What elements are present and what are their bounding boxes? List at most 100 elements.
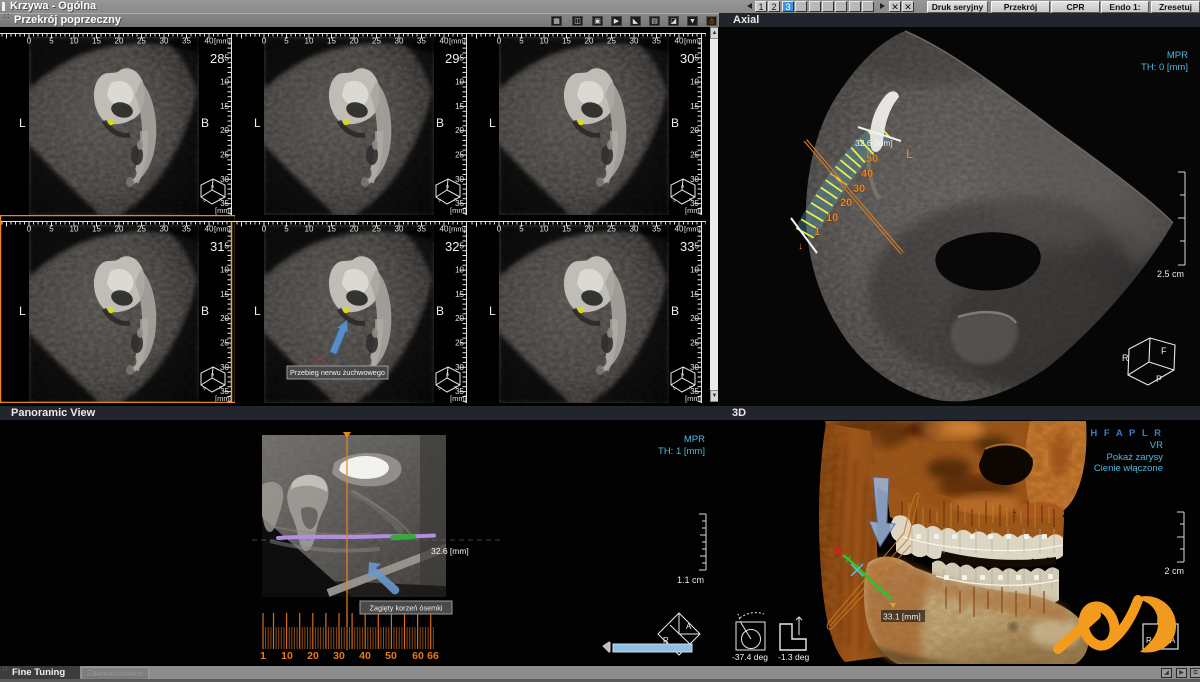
svg-text:TH: 1 [mm]: TH: 1 [mm] — [658, 446, 705, 457]
svg-text:[mm]: [mm] — [450, 394, 467, 403]
svg-text:[mm]: [mm] — [684, 37, 701, 46]
svg-text:30: 30 — [160, 225, 169, 234]
svg-text:20: 20 — [585, 37, 594, 46]
svg-text:0: 0 — [497, 37, 502, 46]
svg-text:5: 5 — [519, 225, 524, 234]
svg-text:0: 0 — [27, 225, 32, 234]
svg-text:20: 20 — [307, 650, 319, 662]
svg-text:L: L — [19, 116, 26, 130]
svg-text:A: A — [686, 622, 692, 631]
svg-text:5: 5 — [460, 53, 465, 62]
svg-text:40: 40 — [205, 37, 214, 46]
svg-text:5: 5 — [695, 53, 700, 62]
svg-text:B: B — [671, 304, 679, 318]
svg-text:10: 10 — [690, 78, 699, 87]
svg-text:25: 25 — [690, 339, 699, 348]
svg-text:5: 5 — [49, 37, 54, 46]
svg-text:[mm]: [mm] — [449, 37, 466, 46]
svg-text:15: 15 — [455, 102, 464, 111]
svg-text:5: 5 — [225, 241, 230, 250]
svg-text:Pokaż zarysy: Pokaż zarysy — [1107, 452, 1164, 463]
svg-text:40: 40 — [440, 225, 449, 234]
svg-text:20: 20 — [350, 225, 359, 234]
svg-text:33.1 [mm]: 33.1 [mm] — [883, 612, 921, 622]
svg-text:15: 15 — [690, 290, 699, 299]
svg-text:25: 25 — [372, 37, 381, 46]
svg-text:10: 10 — [70, 225, 79, 234]
svg-text:66: 66 — [427, 650, 439, 662]
svg-text:L: L — [254, 116, 261, 130]
svg-text:30: 30 — [160, 37, 169, 46]
svg-text:1: 1 — [260, 650, 266, 662]
svg-text:35: 35 — [182, 37, 191, 46]
svg-text:0: 0 — [497, 225, 502, 234]
svg-text:2 cm: 2 cm — [1164, 566, 1184, 576]
svg-text:L: L — [906, 146, 913, 161]
svg-text:5: 5 — [49, 225, 54, 234]
svg-text:[mm]: [mm] — [450, 206, 467, 215]
svg-text:0: 0 — [27, 37, 32, 46]
svg-text:32.6 [mm]: 32.6 [mm] — [855, 138, 893, 148]
svg-text:Przebieg nerwu żuchwowego: Przebieg nerwu żuchwowego — [290, 368, 385, 377]
svg-text:25: 25 — [607, 37, 616, 46]
svg-text:10: 10 — [540, 37, 549, 46]
svg-text:40: 40 — [675, 37, 684, 46]
svg-text:60: 60 — [412, 650, 424, 662]
svg-text:15: 15 — [327, 37, 336, 46]
svg-text:10: 10 — [220, 78, 229, 87]
svg-text:10: 10 — [305, 37, 314, 46]
svg-text:30: 30 — [680, 51, 694, 66]
svg-text:30: 30 — [220, 363, 229, 372]
svg-text:35: 35 — [652, 225, 661, 234]
svg-text:30: 30 — [395, 37, 404, 46]
svg-text:35: 35 — [182, 225, 191, 234]
svg-text:15: 15 — [220, 102, 229, 111]
svg-text:20: 20 — [220, 314, 229, 323]
svg-text:H F A P L R: H F A P L R — [1090, 428, 1163, 439]
svg-text:20: 20 — [840, 197, 852, 209]
svg-text:5: 5 — [284, 37, 289, 46]
svg-text:31: 31 — [210, 239, 224, 254]
svg-text:10: 10 — [220, 266, 229, 275]
svg-text:40: 40 — [675, 225, 684, 234]
svg-text:[mm]: [mm] — [214, 225, 231, 234]
svg-text:[mm]: [mm] — [449, 225, 466, 234]
svg-text:10: 10 — [826, 212, 838, 224]
svg-text:40: 40 — [359, 650, 371, 662]
svg-text:15: 15 — [690, 102, 699, 111]
svg-text:1: 1 — [814, 226, 820, 238]
svg-text:5: 5 — [225, 53, 230, 62]
svg-text:0: 0 — [262, 225, 267, 234]
svg-text:25: 25 — [137, 225, 146, 234]
svg-text:TH: 0 [mm]: TH: 0 [mm] — [1141, 62, 1188, 73]
svg-text:10: 10 — [281, 650, 293, 662]
svg-text:B: B — [201, 116, 209, 130]
svg-text:[mm]: [mm] — [685, 206, 702, 215]
svg-text:15: 15 — [455, 290, 464, 299]
svg-text:30: 30 — [455, 363, 464, 372]
svg-text:10: 10 — [690, 266, 699, 275]
svg-text:L: L — [489, 116, 496, 130]
svg-text:[mm]: [mm] — [214, 37, 231, 46]
svg-text:20: 20 — [350, 37, 359, 46]
svg-text:R: R — [1122, 353, 1129, 363]
svg-text:33: 33 — [680, 239, 694, 254]
svg-text:[mm]: [mm] — [684, 225, 701, 234]
svg-text:30: 30 — [630, 37, 639, 46]
svg-text:30: 30 — [690, 175, 699, 184]
svg-text:5: 5 — [695, 241, 700, 250]
svg-text:20: 20 — [220, 126, 229, 135]
svg-text:20: 20 — [455, 314, 464, 323]
svg-text:30: 30 — [395, 225, 404, 234]
svg-text:5: 5 — [519, 37, 524, 46]
svg-text:40: 40 — [861, 168, 873, 180]
svg-text:15: 15 — [220, 290, 229, 299]
svg-text:30: 30 — [455, 175, 464, 184]
svg-text:32: 32 — [445, 239, 459, 254]
svg-text:L: L — [254, 304, 261, 318]
svg-text:MPR: MPR — [684, 434, 705, 445]
svg-text:10: 10 — [455, 266, 464, 275]
svg-text:30: 30 — [630, 225, 639, 234]
svg-text:30: 30 — [220, 175, 229, 184]
svg-text:20: 20 — [690, 126, 699, 135]
